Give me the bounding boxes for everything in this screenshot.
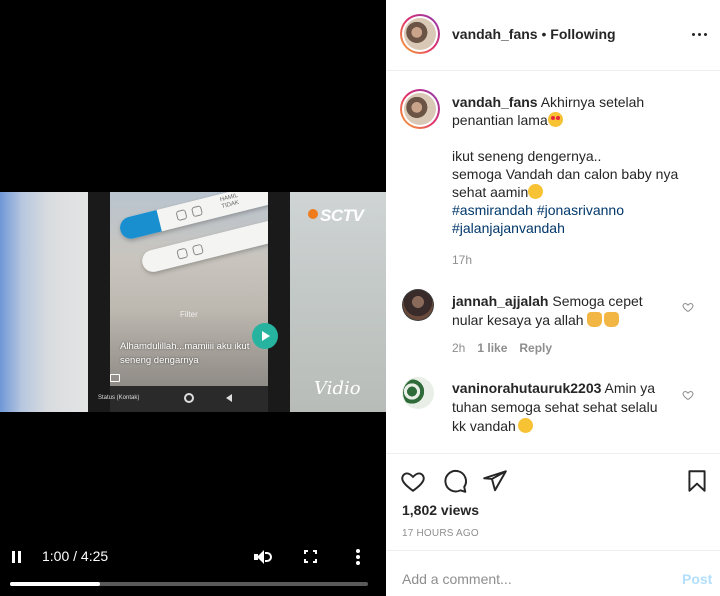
- video-player[interactable]: HAMIL TIDAK Filter Alhamdulillah...mamii…: [0, 0, 386, 596]
- bookmark-icon[interactable]: [684, 468, 710, 494]
- filter-label: Filter: [180, 310, 198, 319]
- channel-logo-text: SCTV: [320, 206, 364, 225]
- like-comment-heart-icon[interactable]: [682, 301, 694, 313]
- avatar[interactable]: [402, 289, 434, 321]
- video-progress-bar[interactable]: [10, 582, 368, 586]
- caption-text: penantian lama: [452, 112, 548, 128]
- more-vertical-icon[interactable]: [356, 549, 360, 565]
- heart-icon[interactable]: [400, 468, 426, 494]
- progress-fill: [10, 582, 100, 586]
- author-username[interactable]: vandah_fans: [452, 26, 538, 42]
- like-comment-heart-icon[interactable]: [682, 389, 694, 401]
- blurred-left-panel: [0, 192, 88, 412]
- share-icon[interactable]: [482, 468, 508, 494]
- post-timestamp[interactable]: 17 HOURS AGO: [402, 528, 479, 539]
- phone-screen: HAMIL TIDAK Filter Alhamdulillah...mamii…: [110, 192, 268, 386]
- home-circle-icon: [184, 393, 194, 403]
- caption-author[interactable]: vandah_fans: [452, 94, 538, 110]
- watermark: Vidio: [314, 378, 361, 399]
- avatar[interactable]: [400, 14, 440, 54]
- pray-emoji-icon: [604, 312, 620, 327]
- comment-meta: 2h 1 like Reply: [452, 341, 564, 355]
- pray-emoji-icon: [587, 312, 603, 327]
- phone-nav-bar: Status (Kontak): [98, 390, 268, 408]
- post-header: vandah_fans • Following: [386, 0, 720, 71]
- comment-composer: Add a comment... Post: [386, 550, 720, 596]
- view-count[interactable]: 1,802 views: [402, 502, 479, 518]
- following-button[interactable]: Following: [550, 26, 615, 42]
- channel-logo: SCTV: [308, 206, 364, 226]
- comment-body: Semoga cepet: [552, 293, 643, 309]
- hashtag-link[interactable]: #asmirandah: [452, 202, 533, 218]
- comment-body: kk vandah: [452, 418, 516, 434]
- comment-age: 2h: [452, 341, 466, 355]
- comment-username[interactable]: vaninorahutauruk2203: [452, 380, 601, 396]
- caption-body: sehat aamin: [452, 184, 529, 200]
- comment-icon[interactable]: [442, 468, 468, 494]
- hashtag-link[interactable]: #jalanjajanvandah: [452, 220, 565, 236]
- comment-body: nular kesaya ya allah: [452, 312, 584, 328]
- header-user-line: vandah_fans • Following: [452, 26, 616, 42]
- sctv-logo-icon: [308, 209, 318, 219]
- separator: •: [541, 26, 547, 42]
- status-label: Status (Kontak): [98, 395, 140, 401]
- caption-body: semoga Vandah dan calon baby nya: [452, 166, 679, 182]
- caption-body: ikut seneng dengernya..: [452, 148, 602, 164]
- pause-icon[interactable]: [12, 551, 22, 563]
- blurred-right-panel: SCTV Vidio: [290, 192, 386, 412]
- comment-username[interactable]: jannah_ajjalah: [452, 293, 548, 309]
- smile-emoji-icon: [528, 184, 544, 199]
- comment-body: tuhan semoga sehat sehat selalu: [452, 399, 658, 415]
- comments-list[interactable]: vandah_fans Akhirnya setelah penantian l…: [386, 71, 720, 454]
- reply-button[interactable]: Reply: [519, 341, 552, 355]
- hashtag-link[interactable]: #jonasrivanno: [537, 202, 624, 218]
- video-controls: 1:00 / 4:25: [0, 540, 386, 596]
- post-panel: vandah_fans • Following vandah_fans Akhi…: [386, 0, 720, 596]
- post-button[interactable]: Post: [682, 571, 712, 587]
- caption-age-text: 17h: [452, 253, 473, 267]
- comment-input[interactable]: Add a comment...: [402, 571, 512, 587]
- phone-screenshot: HAMIL TIDAK Filter Alhamdulillah...mamii…: [98, 192, 278, 412]
- avatar[interactable]: [400, 89, 440, 129]
- time-display: 1:00 / 4:25: [42, 548, 109, 564]
- video-caption: Alhamdulillah...mamiiii aku ikut seneng …: [120, 341, 250, 366]
- comment-body: Amin ya: [604, 380, 656, 396]
- more-horizontal-icon[interactable]: [692, 33, 710, 37]
- back-triangle-icon: [226, 394, 232, 402]
- smile-emoji-icon: [517, 418, 533, 433]
- post-actions: 1,802 views 17 HOURS AGO: [386, 454, 720, 550]
- post-caption: vandah_fans Akhirnya setelah penantian l…: [452, 93, 702, 237]
- image-icon: [110, 374, 120, 382]
- avatar[interactable]: [402, 377, 434, 409]
- send-icon: [252, 323, 278, 349]
- comment-text: jannah_ajjalah Semoga cepet nular kesaya…: [452, 292, 672, 330]
- heart-eyes-emoji-icon: [547, 112, 563, 127]
- caption-text: Akhirnya setelah: [540, 94, 645, 110]
- video-frame: HAMIL TIDAK Filter Alhamdulillah...mamii…: [0, 192, 386, 412]
- fullscreen-icon[interactable]: [304, 550, 317, 563]
- comment-likes[interactable]: 1 like: [477, 341, 507, 355]
- volume-icon[interactable]: [254, 549, 274, 565]
- caption-age: 17h: [452, 253, 484, 267]
- comment-text: vaninorahutauruk2203 Amin ya tuhan semog…: [452, 379, 672, 436]
